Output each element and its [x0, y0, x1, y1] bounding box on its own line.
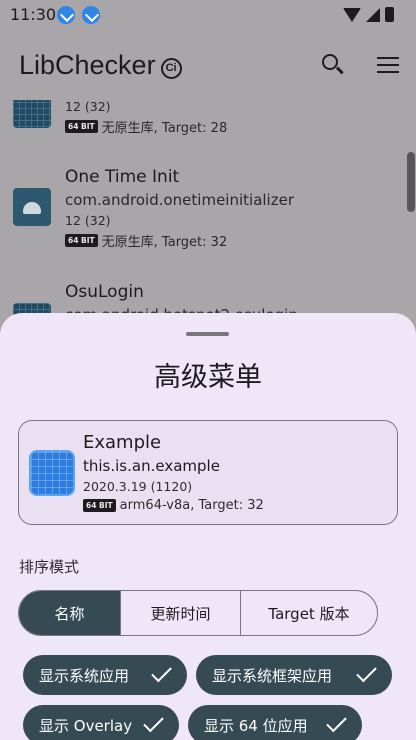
app-title-text: LibChecker — [19, 50, 156, 80]
chip-show-system-framework-apps[interactable]: 显示系统框架应用 — [196, 655, 392, 695]
app-package: com.android.onetimeinitializer — [65, 191, 294, 209]
wifi-icon — [343, 7, 361, 22]
sort-option-target-version[interactable]: Target 版本 — [240, 591, 377, 635]
chip-label: 显示系统应用 — [39, 666, 130, 685]
app-version: 12 (32) — [65, 213, 111, 228]
sort-option-update-time[interactable]: 更新时间 — [120, 591, 240, 635]
arch-badge: 64 BIT — [83, 499, 116, 512]
check-icon — [151, 661, 172, 683]
sort-mode-selector: 名称 更新时间 Target 版本 — [18, 590, 378, 636]
toolbar: LibChecker Ci — [0, 30, 416, 100]
app-icon — [29, 450, 75, 496]
ci-badge: Ci — [160, 58, 182, 79]
status-time: 11:30 — [10, 5, 57, 24]
chip-show-64bit-apps[interactable]: 显示 64 位应用 — [188, 705, 362, 740]
search-icon[interactable] — [322, 54, 338, 70]
app-version: 12 (32) — [65, 100, 111, 114]
app-meta: 64 BIT 无原生库, Target: 32 — [65, 231, 227, 250]
chip-label: 显示 64 位应用 — [204, 716, 308, 735]
arch-badge: 64 BIT — [65, 234, 98, 247]
app-list: 12 (32) 64 BIT 无原生库, Target: 28 One Time… — [0, 100, 416, 320]
sort-option-name[interactable]: 名称 — [19, 591, 120, 635]
battery-icon — [385, 7, 394, 22]
scrollbar[interactable] — [407, 152, 415, 212]
preview-app-meta: 64 BIT arm64-v8a, Target: 32 — [83, 498, 264, 513]
android-icon — [13, 188, 51, 226]
app-meta-text: 无原生库, Target: 32 — [101, 235, 228, 250]
preview-app-name: Example — [83, 432, 162, 453]
advanced-menu-sheet: 高级菜单 Example this.is.an.example 2020.3.1… — [0, 313, 416, 740]
app-title: LibChecker Ci — [19, 50, 182, 81]
download-icon — [57, 6, 75, 24]
list-item[interactable]: 12 (32) 64 BIT 无原生库, Target: 28 — [0, 100, 416, 145]
status-bar: 11:30 — [0, 0, 416, 30]
signal-icon — [366, 7, 380, 22]
check-icon — [356, 661, 377, 683]
check-icon — [326, 711, 347, 733]
sheet-title: 高级菜单 — [154, 362, 262, 393]
chip-show-system-apps[interactable]: 显示系统应用 — [23, 655, 187, 695]
app-name: OsuLogin — [65, 282, 144, 302]
app-meta: 64 BIT 无原生库, Target: 28 — [65, 117, 227, 136]
list-item[interactable]: One Time Init com.android.onetimeinitial… — [0, 160, 416, 270]
app-name: One Time Init — [65, 167, 180, 187]
preview-card: Example this.is.an.example 2020.3.19 (11… — [18, 420, 398, 525]
app-icon — [13, 100, 51, 128]
sort-mode-label: 排序模式 — [19, 558, 80, 576]
download-icon — [82, 6, 100, 24]
chip-show-overlay[interactable]: 显示 Overlay — [23, 705, 179, 740]
drag-handle[interactable] — [186, 332, 229, 336]
check-icon — [143, 711, 164, 733]
preview-app-version: 2020.3.19 (1120) — [83, 479, 193, 494]
chip-label: 显示 Overlay — [39, 716, 133, 735]
preview-app-package: this.is.an.example — [83, 457, 220, 475]
arch-badge: 64 BIT — [65, 120, 98, 133]
menu-icon[interactable] — [377, 57, 399, 73]
preview-meta-text: arm64-v8a, Target: 32 — [119, 498, 264, 513]
app-meta-text: 无原生库, Target: 28 — [101, 121, 228, 136]
chip-label: 显示系统框架应用 — [212, 666, 333, 685]
